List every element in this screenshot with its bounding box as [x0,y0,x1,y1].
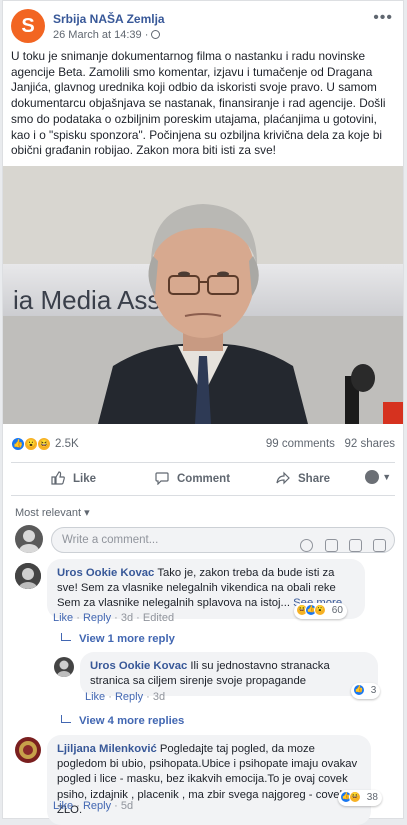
comment-age[interactable]: 3d [121,612,133,624]
post-card: S Srbija NAŠA Zemlja 26 March at 14:39 ·… [2,0,404,825]
post-header: S Srbija NAŠA Zemlja 26 March at 14:39 ·… [11,9,395,43]
share-button[interactable]: Share [276,471,330,485]
comment-reply-link[interactable]: Reply [83,800,111,812]
reaction-stats: 👍 😮 😆 2.5K 99 comments 92 shares [11,437,395,455]
edited-label[interactable]: Edited [143,612,174,624]
user-avatar[interactable] [15,525,43,553]
reaction-count[interactable]: 2.5K [55,438,79,450]
page-avatar[interactable]: S [11,9,45,43]
like-reaction-icon: 👍 [11,437,25,451]
post-actions: Like Comment Share ▼ [3,467,403,493]
comment-author-link[interactable]: Ljiljana Milenković [57,743,157,755]
commenter-avatar[interactable] [15,737,41,763]
profile-mini-avatar [365,470,379,484]
thumbs-up-icon [51,471,65,485]
commenter-avatar[interactable] [54,657,74,677]
audience-selector[interactable]: ▼ [365,470,391,484]
comment-like-link[interactable]: Like [53,612,73,624]
haha-reaction-icon: 😆 [37,437,52,451]
comment-icon [155,472,169,486]
divider [11,495,395,496]
comment-reaction-badge[interactable]: 👍 3 [351,683,381,699]
sticker-icon[interactable] [373,539,386,553]
gif-icon[interactable] [348,539,362,553]
divider [11,462,395,463]
reply-arrow-icon [61,715,71,723]
share-count-link[interactable]: 92 shares [344,438,395,450]
comment-reaction-badge[interactable]: 👍😆 38 [338,790,382,806]
composer-icons [292,534,386,558]
haha-reaction-icon: 😆 [349,791,361,803]
view-replies-link[interactable]: View 4 more replies [61,715,184,727]
page-name-link[interactable]: Srbija NAŠA Zemlja [53,12,165,26]
reply-bubble: Uros Ookie Kovac Ili su jednostavno stran… [80,652,378,697]
comment-meta: Like · Reply · 3d [85,691,166,703]
comment-count-link[interactable]: 99 comments [266,438,335,450]
wow-reaction-icon: 😮 [24,437,39,451]
comment-share-counts: 99 comments 92 shares [266,438,395,450]
comment-like-link[interactable]: Like [53,800,73,812]
comment-composer: Write a comment... [15,525,395,553]
commenter-avatar[interactable] [15,563,41,589]
post-timestamp[interactable]: 26 March at 14:39 · [53,29,161,41]
share-icon [276,471,290,485]
comment-input[interactable]: Write a comment... [51,527,395,553]
emoji-icon[interactable] [300,539,314,553]
post-photo[interactable]: ia Media Assis gram [3,166,403,424]
like-reaction-icon: 👍 [353,684,365,696]
wow-reaction-icon: 😮 [314,604,326,616]
comment-reaction-badge[interactable]: 😆👍😮 60 [294,603,347,619]
comment-button[interactable]: Comment [155,471,230,486]
view-replies-link[interactable]: View 1 more reply [61,633,175,645]
comment-age[interactable]: 5d [121,800,133,812]
comment-reply-link[interactable]: Reply [83,612,111,624]
comment-meta: Like · Reply · 5d [53,800,134,812]
globe-icon [151,30,161,39]
post-text: U toku je snimanje dokumentarnog filma o… [11,49,386,158]
chevron-down-icon: ▼ [382,472,392,483]
like-button[interactable]: Like [51,471,96,485]
more-options-icon[interactable]: ••• [373,9,393,27]
comment-author-link[interactable]: Uros Ookie Kovac [57,567,154,579]
comment-age[interactable]: 3d [153,691,165,703]
comment-meta: Like · Reply · 3d · Edited [53,612,175,624]
reply-arrow-icon [61,633,71,641]
comment-like-link[interactable]: Like [85,691,105,703]
camera-icon[interactable] [324,539,338,553]
reaction-icons[interactable]: 👍 😮 😆 [11,437,52,451]
comment-author-link[interactable]: Uros Ookie Kovac [90,660,187,672]
comment-reply-link[interactable]: Reply [115,691,143,703]
comment-sort-dropdown[interactable]: Most relevant ▾ [15,506,90,519]
